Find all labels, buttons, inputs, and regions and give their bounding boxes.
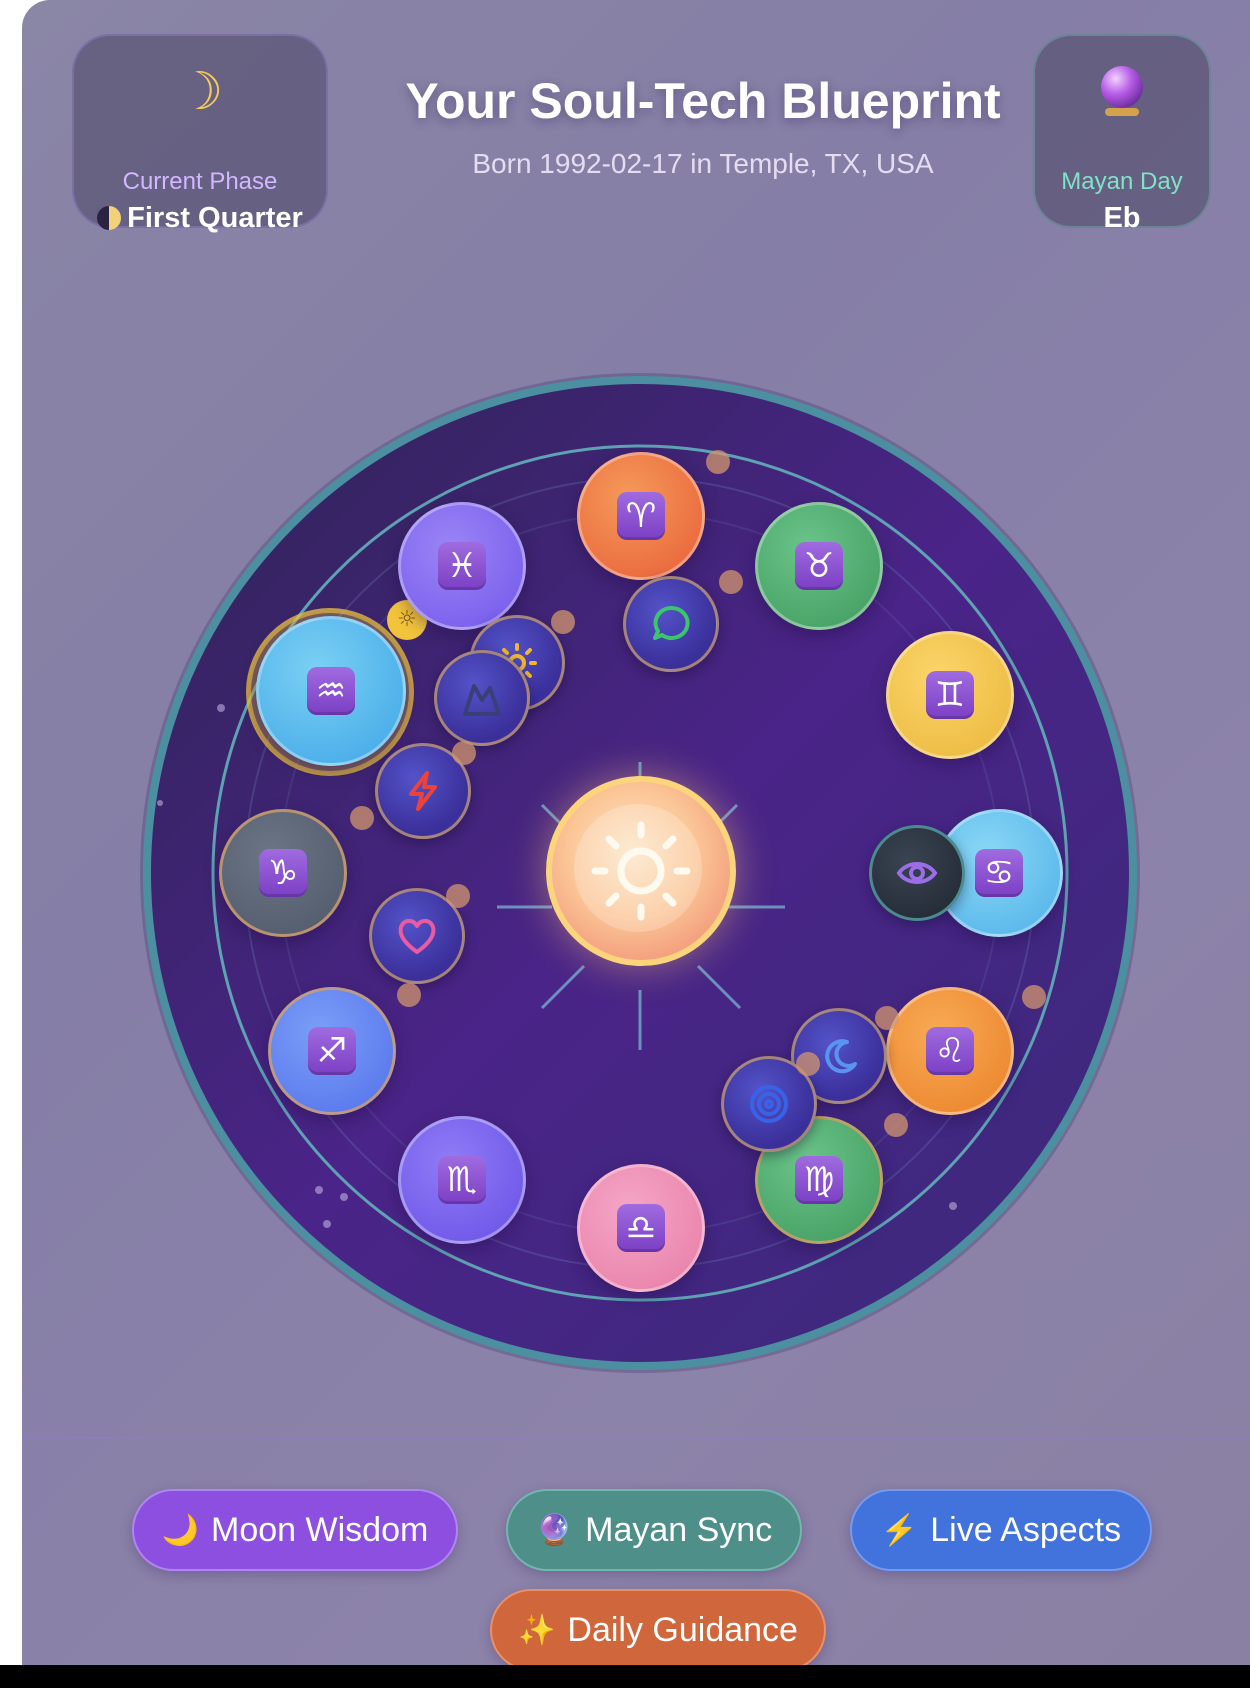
moon-wisdom-label: Moon Wisdom (211, 1510, 429, 1549)
aspect-dot (397, 983, 421, 1007)
sun-icon (591, 821, 691, 921)
mountain-icon (463, 684, 501, 716)
leo-glyph: ♌ (926, 1027, 974, 1075)
sign-pisces[interactable]: ♓ (398, 502, 526, 630)
daily-guidance-button[interactable]: ✨ Daily Guidance (490, 1589, 826, 1665)
mayan-sync-button[interactable]: 🔮 Mayan Sync (506, 1489, 802, 1571)
lightning-icon (409, 771, 437, 811)
aspect-dot (706, 450, 730, 474)
aspect-dot (796, 1052, 820, 1076)
sign-taurus[interactable]: ♉ (755, 502, 883, 630)
sign-aries[interactable]: ♈ (577, 452, 705, 580)
moon-wisdom-button[interactable]: 🌙 Moon Wisdom (132, 1489, 458, 1571)
aspect-dot (875, 1006, 899, 1030)
sign-gemini[interactable]: ♊ (886, 631, 1014, 759)
center-sun[interactable] (546, 776, 736, 966)
lightning-icon: ⚡ (880, 1513, 919, 1547)
virgo-glyph: ♍ (795, 1156, 843, 1204)
sign-libra[interactable]: ♎ (577, 1164, 705, 1292)
planet-mountain[interactable] (434, 650, 530, 746)
eye-icon (896, 862, 938, 884)
aspect-dot (719, 570, 743, 594)
sparkles-icon: ✨ (518, 1613, 556, 1647)
moon-icon (825, 1039, 857, 1074)
aspect-dot (884, 1113, 908, 1137)
spiral-target-icon (750, 1085, 788, 1123)
libra-glyph: ♎ (617, 1204, 665, 1252)
sign-leo[interactable]: ♌ (886, 987, 1014, 1115)
planet-eye[interactable] (869, 825, 965, 921)
aspect-dot (350, 806, 374, 830)
sign-capricorn[interactable]: ♑ (219, 809, 347, 937)
crescent-moon-icon: 🌙 (161, 1513, 200, 1547)
aspect-dot (551, 610, 575, 634)
daily-guidance-label: Daily Guidance (567, 1610, 798, 1649)
blueprint-card: ☽ Current Phase First Quarter Your Soul-… (22, 0, 1250, 1665)
aspect-dot (446, 884, 470, 908)
chat-bubble-icon (653, 605, 690, 640)
sagittarius-glyph: ♐ (308, 1027, 356, 1075)
live-aspects-label: Live Aspects (930, 1510, 1122, 1549)
planet-communication[interactable] (623, 576, 719, 672)
taurus-glyph: ♉ (795, 542, 843, 590)
sign-scorpio[interactable]: ♏ (398, 1116, 526, 1244)
aries-glyph: ♈ (617, 492, 665, 540)
aspect-dot (1022, 985, 1046, 1009)
aquarius-glyph: ♒ (307, 667, 355, 715)
sign-sagittarius[interactable]: ♐ (268, 987, 396, 1115)
aspect-dot (452, 741, 476, 765)
live-aspects-button[interactable]: ⚡ Live Aspects (850, 1489, 1152, 1571)
heart-icon (398, 918, 436, 954)
gemini-glyph: ♊ (926, 671, 974, 719)
sign-aquarius[interactable]: ♒ (256, 616, 406, 766)
bottom-edge (0, 1665, 1250, 1688)
scorpio-glyph: ♏ (438, 1156, 486, 1204)
mayan-sync-label: Mayan Sync (585, 1510, 773, 1549)
crystal-ball-icon: 🔮 (535, 1513, 574, 1547)
cancer-glyph: ♋ (975, 849, 1023, 897)
section-divider (22, 1437, 1250, 1439)
pisces-glyph: ♓ (438, 542, 486, 590)
capricorn-glyph: ♑ (259, 849, 307, 897)
